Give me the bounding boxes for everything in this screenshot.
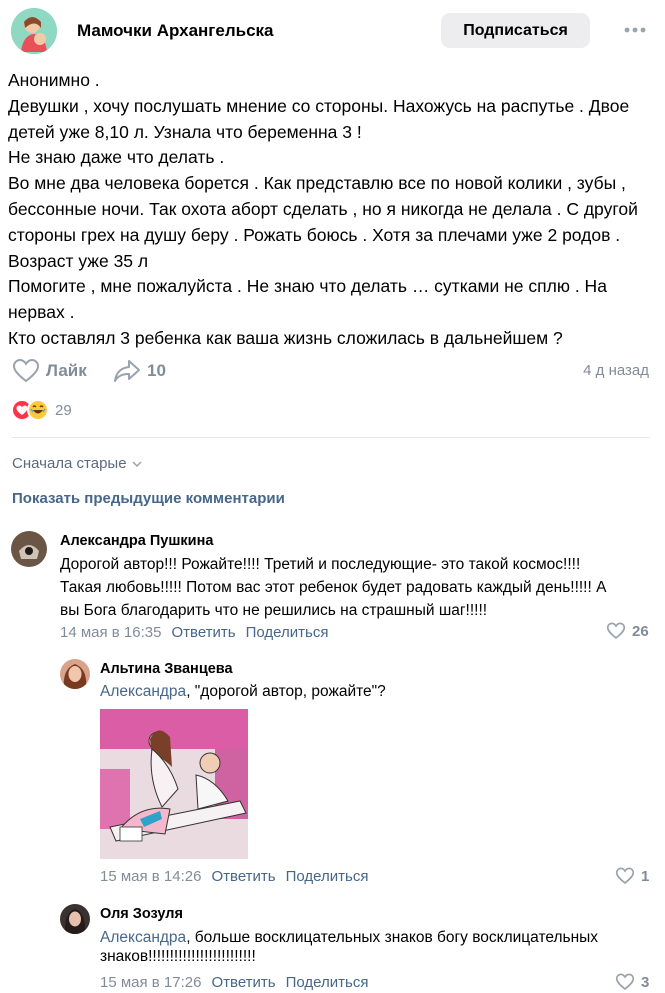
avatar[interactable] [60, 659, 90, 689]
comment-date[interactable]: 15 мая в 17:26 [100, 974, 201, 991]
group-avatar[interactable] [11, 8, 57, 54]
comment-author[interactable]: Александра Пушкина [60, 533, 213, 549]
sort-label: Сначала старые [12, 455, 127, 472]
share-comment-button[interactable]: Поделиться [246, 624, 329, 641]
heart-icon [615, 867, 635, 884]
post-line: нервах . [8, 302, 75, 323]
comment-meta: 15 мая в 17:26 Ответить Поделиться [100, 974, 368, 991]
post-line: стороны грех на душу беру . Рожать боюсь… [8, 224, 621, 245]
reply-button[interactable]: Ответить [171, 624, 235, 641]
heart-icon [12, 358, 40, 383]
comment-text: Александра, "дорогой автор, рожайте"? [100, 680, 386, 703]
comment-text: Александра, больше восклицательных знако… [100, 926, 598, 968]
heart-icon [606, 622, 626, 639]
post-line: Анонимно . [8, 70, 100, 90]
share-count: 10 [147, 361, 166, 380]
group-name[interactable]: Мамочки Архангельска [77, 21, 274, 41]
post-line: Девушки , хочу послушать мнение со сторо… [8, 95, 630, 116]
comment-text: Дорогой автор!!! Рожайте!!!! Третий и по… [60, 553, 606, 622]
post-time[interactable]: 4 д назад [583, 362, 649, 379]
like-label: Лайк [46, 361, 87, 380]
reply-button[interactable]: Ответить [211, 868, 275, 885]
share-comment-button[interactable]: Поделиться [286, 868, 369, 885]
comment-date[interactable]: 15 мая в 14:26 [100, 868, 201, 885]
share-comment-button[interactable]: Поделиться [286, 974, 369, 991]
comment-like-count: 26 [632, 622, 649, 640]
reactions-count: 29 [55, 401, 72, 419]
comment-meta: 15 мая в 14:26 Ответить Поделиться [100, 868, 368, 885]
post-line: Помогите , мне пожалуйста . Не знаю что … [8, 276, 607, 297]
group-header: Мамочки Архангельска Подписаться [0, 0, 665, 62]
comment-author[interactable]: Оля Зозуля [100, 906, 183, 922]
divider [12, 437, 650, 438]
post-text: Анонимно . Девушки , хочу послушать мнен… [8, 68, 658, 352]
comment-line: , "дорогой автор, рожайте"? [186, 683, 386, 700]
subscribe-button[interactable]: Подписаться [441, 13, 590, 48]
comment-like-button[interactable]: 1 [615, 867, 649, 885]
more-horizontal-icon[interactable] [622, 20, 648, 40]
reactions-summary[interactable]: 29 [11, 399, 72, 421]
laugh-reaction-icon [27, 399, 49, 421]
comment-like-count: 1 [641, 867, 650, 885]
comment-line: Такая любовь!!!!! Потом вас этот ребенок… [60, 579, 607, 596]
avatar[interactable] [60, 904, 90, 934]
mention-link[interactable]: Александра [100, 929, 186, 946]
comment-line: , больше восклицательных знаков богу вос… [186, 929, 599, 946]
comment-meta: 14 мая в 16:35 Ответить Поделиться [60, 624, 328, 641]
comments-sort-dropdown[interactable]: Сначала старые [12, 455, 143, 472]
comment-like-count: 3 [641, 973, 650, 991]
comment-line: вы Бога благодарить что не решились на с… [60, 602, 488, 619]
comment-author[interactable]: Альтина Званцева [100, 661, 233, 677]
post-line: бессонные ночи. Так охота аборт сделать … [8, 198, 638, 219]
avatar[interactable] [11, 531, 47, 567]
post-line: детей уже 8,10 л. Узнала что беременна 3… [8, 121, 362, 142]
like-button[interactable]: Лайк [12, 358, 87, 384]
post-actions: Лайк 10 4 д назад [0, 356, 665, 386]
mention-link[interactable]: Александра [100, 683, 186, 700]
post-line: Возраст уже 35 л [8, 250, 149, 271]
reply-button[interactable]: Ответить [211, 974, 275, 991]
comment-like-button[interactable]: 3 [615, 973, 649, 991]
comment-like-button[interactable]: 26 [606, 622, 649, 640]
post-line: Кто оставлял 3 ребенка как ваша жизнь сл… [8, 327, 563, 348]
comment-attachment-image[interactable] [100, 709, 248, 859]
comment-date[interactable]: 14 мая в 16:35 [60, 624, 161, 641]
share-icon [114, 360, 140, 382]
post-line: Не знаю даже что делать . [8, 147, 225, 168]
heart-icon [615, 973, 635, 990]
comment-line: Дорогой автор!!! Рожайте!!!! Третий и по… [60, 556, 581, 573]
show-previous-comments-link[interactable]: Показать предыдущие комментарии [12, 490, 285, 507]
share-button[interactable]: 10 [113, 358, 166, 384]
chevron-down-icon [132, 460, 142, 467]
post-line: Во мне два человека борется . Как предст… [8, 173, 626, 194]
